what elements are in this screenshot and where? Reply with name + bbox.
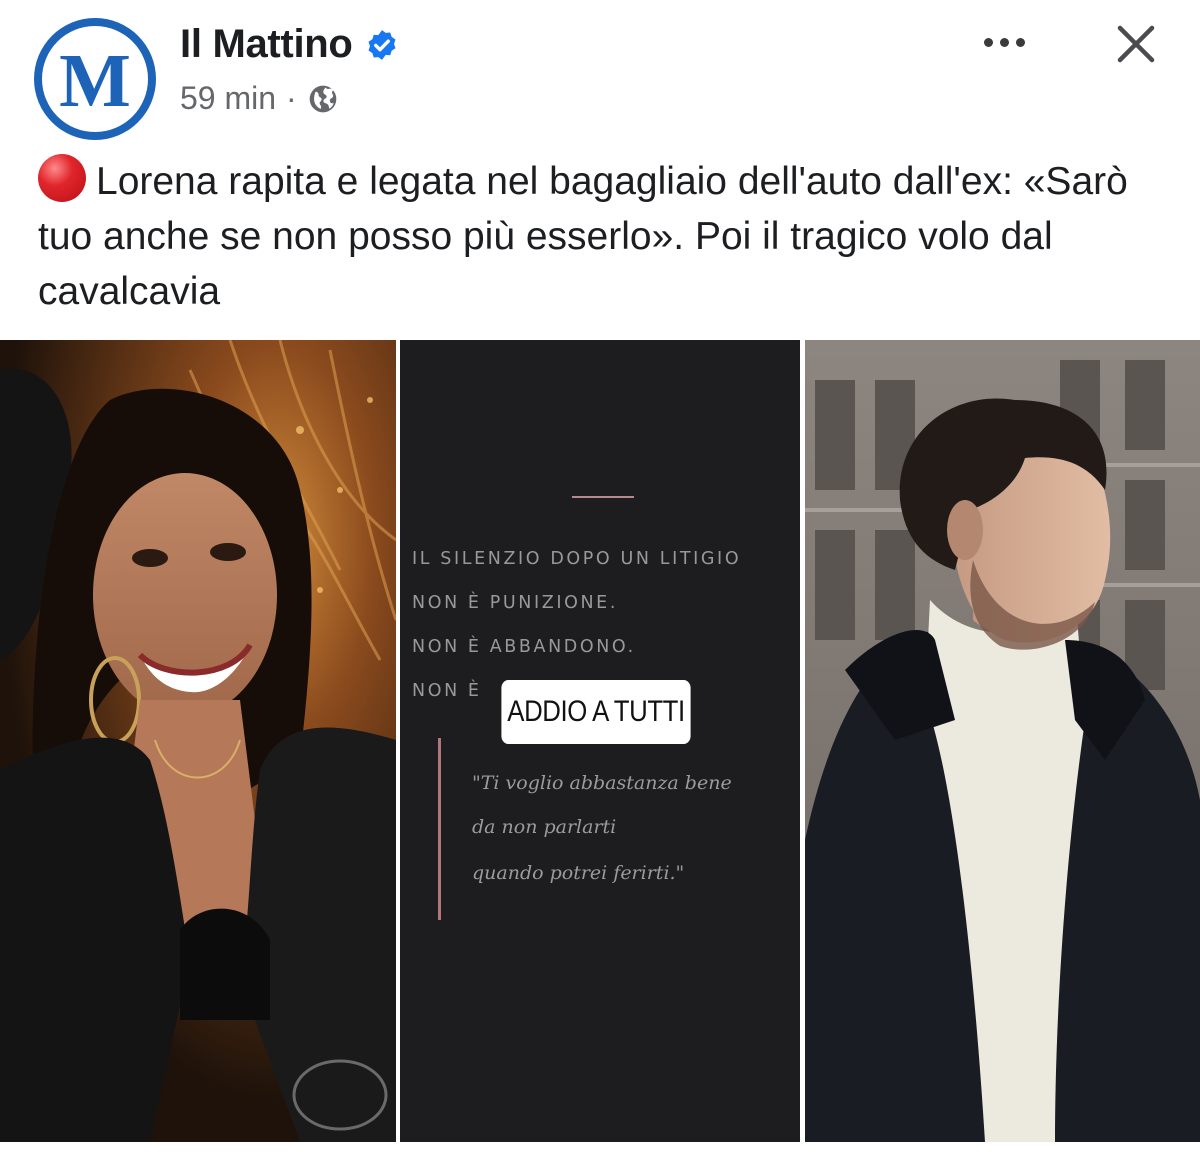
more-options-button[interactable] (972, 20, 1036, 64)
photo-woman-illustration (0, 340, 396, 1142)
story-line-1: IL SILENZIO DOPO UN LITIGIO (412, 549, 742, 569)
photo-man-illustration (805, 340, 1200, 1142)
post-timestamp[interactable]: 59 min (180, 80, 276, 117)
story-screenshot[interactable]: IL SILENZIO DOPO UN LITIGIO NON È PUNIZI… (400, 340, 800, 1142)
story-text-sticker: ADDIO A TUTTI (501, 680, 691, 744)
facebook-post: M Il Mattino 59 min · Lorena rapita e le… (0, 0, 1200, 1152)
red-circle-icon (38, 154, 86, 202)
post-message-text: Lorena rapita e legata nel bagagliaio de… (38, 160, 1128, 313)
story-line-4: NON È (412, 681, 482, 701)
post-image-collage[interactable]: IL SILENZIO DOPO UN LITIGIO NON È PUNIZI… (0, 340, 1200, 1142)
post-meta: 59 min · (180, 80, 339, 117)
globe-icon (309, 85, 337, 112)
quote-accent-bar (438, 738, 441, 920)
avatar-logo-letter: M (59, 39, 131, 123)
more-horizontal-icon (983, 37, 1025, 47)
quote-line-1: "Ti voglio abbastanza bene (472, 772, 732, 794)
story-divider (572, 496, 634, 498)
avatar-inner: M (42, 26, 148, 132)
story-line-3: NON È ABBANDONO. (412, 637, 636, 657)
photo-woman[interactable] (0, 340, 396, 1142)
page-name-row: Il Mattino (180, 22, 399, 67)
page-name-link[interactable]: Il Mattino (180, 22, 353, 67)
photo-man[interactable] (805, 340, 1200, 1142)
quote-line-3: quando potrei ferirti." (472, 862, 685, 884)
page-avatar[interactable]: M (34, 18, 156, 140)
close-icon[interactable] (1108, 16, 1164, 72)
quote-line-2: da non parlarti (472, 816, 617, 838)
post-header: M Il Mattino 59 min · (0, 0, 1200, 140)
post-message: Lorena rapita e legata nel bagagliaio de… (38, 154, 1168, 319)
meta-separator: · (286, 80, 297, 116)
story-line-2: NON È PUNIZIONE. (412, 593, 618, 613)
verified-badge-icon (368, 29, 395, 60)
